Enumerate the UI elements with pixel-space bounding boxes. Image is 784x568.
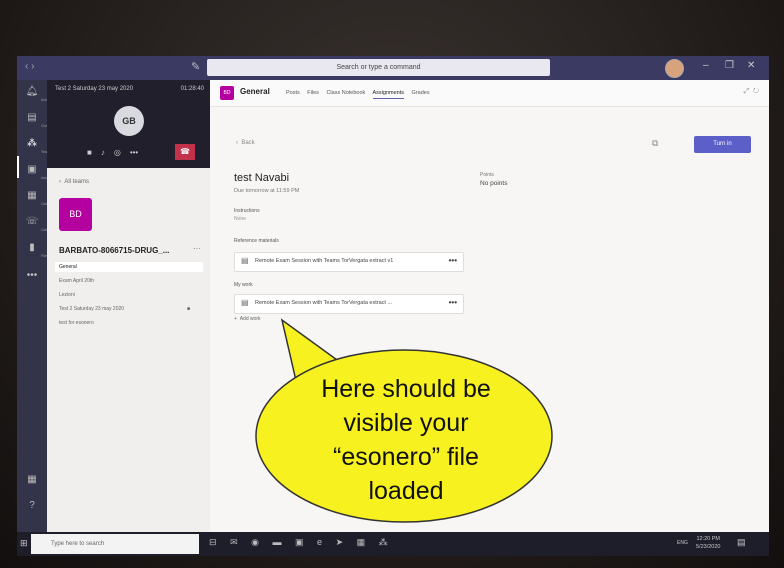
callout-line: Here should be: [321, 375, 491, 403]
callout-line: “esonero” file: [333, 443, 479, 471]
callout-line: loaded: [368, 477, 444, 505]
callout-text: Here should be visible your “esonero” fi…: [260, 372, 552, 508]
callout-line: visible your: [343, 409, 469, 437]
